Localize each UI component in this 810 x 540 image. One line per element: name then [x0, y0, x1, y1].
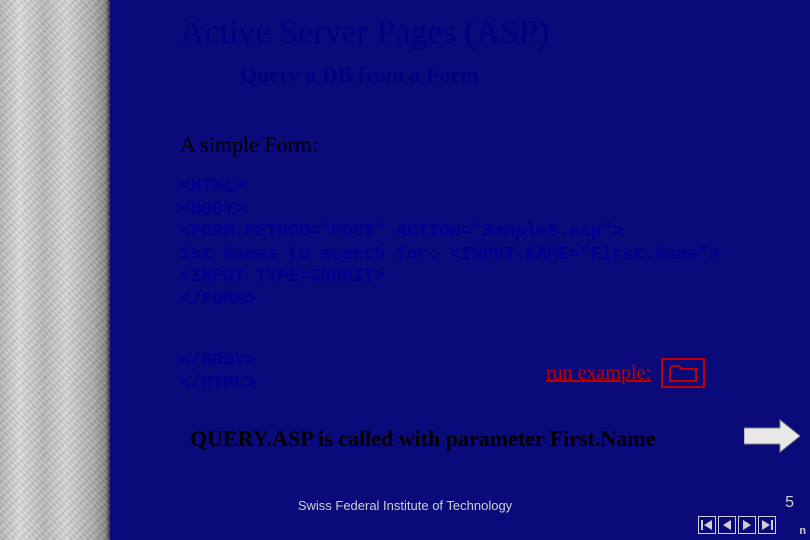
nav-last-button[interactable]: [758, 516, 776, 534]
corner-mark: n: [799, 526, 806, 538]
code-snippet-main: <HTML> <BODY> <FORM METHOD="POST" ACTION…: [180, 176, 790, 311]
run-example-icon-box[interactable]: [661, 358, 705, 388]
page-title: Active Server Pages (ASP): [180, 14, 780, 52]
code-snippet-closing: </BODY> </HTML>: [180, 350, 256, 395]
triangle-right-icon: [741, 519, 753, 531]
slide-number: 5: [785, 494, 794, 512]
header-block: Active Server Pages (ASP) Query a DB fro…: [180, 14, 780, 88]
triangle-left-icon: [721, 519, 733, 531]
section-heading: A simple Form:: [180, 132, 318, 158]
footer-institution: Swiss Federal Institute of Technology: [0, 498, 810, 513]
arrow-right-icon: [744, 418, 800, 454]
decorative-sidebar: [0, 0, 110, 540]
run-example-group: run example:: [546, 358, 705, 388]
skip-last-icon: [761, 519, 773, 531]
nav-prev-button[interactable]: [718, 516, 736, 534]
nav-first-button[interactable]: [698, 516, 716, 534]
folder-icon: [669, 364, 697, 382]
nav-next-button[interactable]: [738, 516, 756, 534]
run-example-link[interactable]: run example:: [546, 362, 651, 385]
skip-first-icon: [701, 519, 713, 531]
page-subtitle: Query a DB from a Form: [240, 62, 780, 88]
nav-controls: [698, 516, 776, 534]
result-text: QUERY.ASP is called with parameter First…: [190, 426, 655, 452]
